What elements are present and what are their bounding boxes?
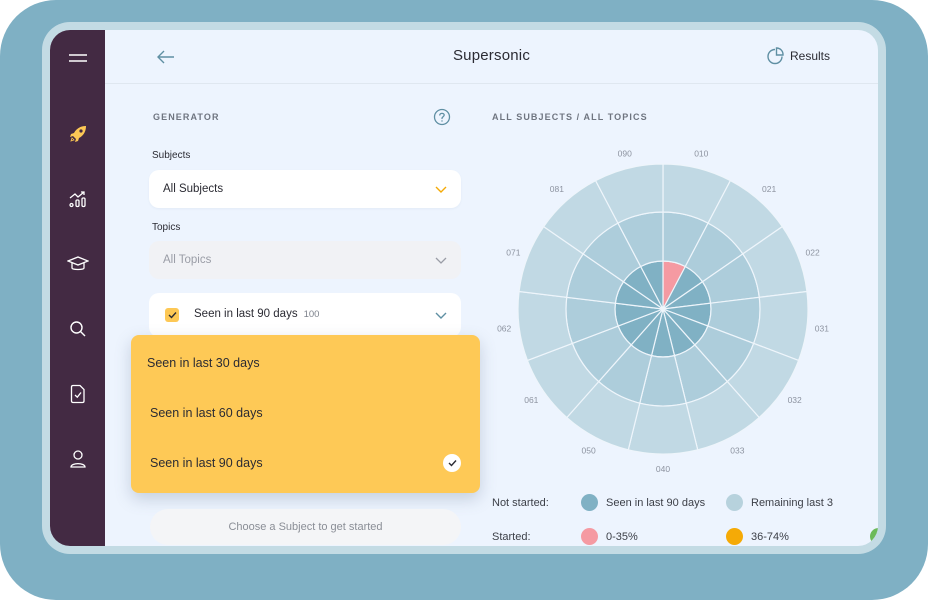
subjects-value: All Subjects xyxy=(163,183,224,195)
topic-label-032: 032 xyxy=(788,395,802,405)
sidebar-item-rocket[interactable] xyxy=(50,116,105,152)
topic-label-022: 022 xyxy=(806,247,820,257)
legend-dot xyxy=(581,494,598,511)
chevron-down-icon xyxy=(435,312,447,319)
legend-not-started: Not started: Seen in last 90 days Remain… xyxy=(492,494,878,514)
topics-value: All Topics xyxy=(163,254,212,266)
legend-label: 0-35% xyxy=(606,530,638,543)
app-screen: Supersonic Results GENERATOR Subjects Al… xyxy=(50,30,878,546)
check-icon xyxy=(168,312,177,319)
legend-label: 36-74% xyxy=(751,530,789,543)
legend-label: Seen in last 90 days xyxy=(606,496,706,509)
dropdown-option-label: Seen in last 60 days xyxy=(150,406,263,420)
sidebar xyxy=(50,30,105,546)
seen-filter-label: Seen in last 90 days 100 xyxy=(194,308,319,320)
generator-heading: GENERATOR xyxy=(153,112,220,122)
dropdown-option-60-days[interactable]: Seen in last 60 days xyxy=(131,391,480,435)
legend-item-0-35: 0-35% xyxy=(581,528,638,545)
graduation-cap-icon xyxy=(66,256,89,271)
legend-item-seen: Seen in last 90 days xyxy=(581,494,705,511)
check-icon xyxy=(448,460,457,467)
legend-label: Remaining last 3 xyxy=(751,496,833,509)
seen-filter-text: Seen in last 90 days xyxy=(194,308,298,320)
dropdown-option-label: Seen in last 90 days xyxy=(150,456,263,470)
selected-check-badge xyxy=(443,454,461,472)
dropdown-option-label: Seen in last 30 days xyxy=(147,356,260,370)
seen-filter-select[interactable]: Seen in last 90 days 100 xyxy=(149,293,461,337)
topic-label-062: 062 xyxy=(497,323,511,333)
user-icon xyxy=(69,450,86,468)
topic-label-010: 010 xyxy=(694,149,708,159)
seen-filter-checkbox[interactable] xyxy=(165,308,179,322)
help-icon xyxy=(433,108,451,126)
help-button[interactable] xyxy=(433,108,451,126)
legend-started-title: Started: xyxy=(492,531,531,543)
hamburger-icon xyxy=(68,54,87,62)
chart-center-dot xyxy=(660,306,666,312)
subjects-select[interactable]: All Subjects xyxy=(149,170,461,208)
document-check-icon xyxy=(70,384,85,404)
rocket-icon xyxy=(69,126,86,142)
topics-label: Topics xyxy=(152,222,181,233)
legend-item-36-74: 36-74% xyxy=(726,528,789,545)
legend-not-started-title: Not started: xyxy=(492,497,549,509)
sidebar-item-progress[interactable] xyxy=(50,181,105,217)
page-title: Supersonic xyxy=(452,47,531,64)
sidebar-item-learn[interactable] xyxy=(50,246,105,282)
subjects-label: Subjects xyxy=(152,150,191,161)
legend-started: Started: 0-35% 36-74% xyxy=(492,528,878,546)
menu-button[interactable] xyxy=(50,40,105,76)
topic-label-090: 090 xyxy=(618,149,632,159)
legend-item-75-100 xyxy=(870,528,878,545)
topic-label-071: 071 xyxy=(506,247,520,257)
seen-filter-dropdown: Seen in last 30 days Seen in last 60 day… xyxy=(131,335,480,493)
chart-trend-icon xyxy=(68,191,86,208)
topic-label-021: 021 xyxy=(762,184,776,194)
segment-040-outer[interactable] xyxy=(627,402,699,455)
pie-chart-icon xyxy=(767,47,784,65)
start-button[interactable]: Choose a Subject to get started xyxy=(150,509,461,545)
dropdown-option-90-days[interactable]: Seen in last 90 days xyxy=(131,441,480,485)
legend-dot xyxy=(726,494,743,511)
chart-heading: ALL SUBJECTS / ALL TOPICS xyxy=(492,112,648,122)
topics-select[interactable]: All Topics xyxy=(149,241,461,279)
topic-polar-chart: 010 021 022 031 032 033 040 050 061 062 071 081 090 xyxy=(497,149,829,474)
seen-filter-count: 100 xyxy=(303,309,320,320)
dropdown-option-30-days[interactable]: Seen in last 30 days xyxy=(131,341,480,385)
topic-label-031: 031 xyxy=(815,323,829,333)
topic-label-040: 040 xyxy=(656,464,670,474)
sidebar-item-search[interactable] xyxy=(50,311,105,347)
topic-label-081: 081 xyxy=(550,184,564,194)
topic-label-033: 033 xyxy=(730,446,744,456)
top-bar: Supersonic Results xyxy=(105,30,878,84)
chevron-down-icon xyxy=(435,257,447,264)
legend-dot xyxy=(726,528,743,545)
topic-label-050: 050 xyxy=(582,446,596,456)
sidebar-item-tests[interactable] xyxy=(50,376,105,412)
results-button[interactable]: Results xyxy=(766,47,830,65)
sidebar-item-profile[interactable] xyxy=(50,441,105,477)
chevron-down-icon xyxy=(435,186,447,193)
results-label: Results xyxy=(789,49,830,63)
search-icon xyxy=(69,321,85,337)
legend-item-remaining: Remaining last 3 xyxy=(726,494,834,511)
legend-dot xyxy=(581,528,598,545)
topic-label-061: 061 xyxy=(524,395,538,405)
legend-dot xyxy=(870,528,878,545)
start-button-label: Choose a Subject to get started xyxy=(228,521,383,533)
